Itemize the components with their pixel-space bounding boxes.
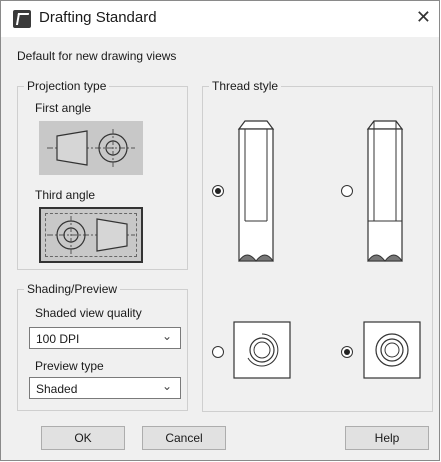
dialog-title: Drafting Standard <box>39 9 157 26</box>
thread-end-view-1 <box>233 321 291 379</box>
thread-style-legend: Thread style <box>212 79 279 93</box>
shaded-view-quality-value: 100 DPI <box>36 332 80 346</box>
shaded-view-quality-select[interactable]: 100 DPI ⌄ <box>29 327 181 349</box>
preview-type-select[interactable]: Shaded ⌄ <box>29 377 181 399</box>
thread-side-option-2-radio[interactable] <box>341 185 353 197</box>
third-angle-option[interactable] <box>39 207 143 263</box>
preview-type-label: Preview type <box>35 359 104 373</box>
first-angle-option[interactable] <box>39 121 143 175</box>
title-bar: Drafting Standard ✕ <box>1 1 439 37</box>
thread-end-option-1-radio[interactable] <box>212 346 224 358</box>
help-button[interactable]: Help <box>345 426 429 450</box>
chevron-down-icon: ⌄ <box>161 329 172 343</box>
ok-button[interactable]: OK <box>41 426 125 450</box>
thread-end-view-2 <box>363 321 421 379</box>
preview-type-value: Shaded <box>36 382 78 396</box>
first-angle-label: First angle <box>35 101 92 115</box>
thread-side-view-2 <box>366 120 404 262</box>
dialog-subtitle: Default for new drawing views <box>17 49 177 63</box>
chevron-down-icon: ⌄ <box>161 379 172 393</box>
close-icon[interactable]: ✕ <box>416 7 431 28</box>
app-icon <box>13 10 31 28</box>
third-angle-symbol <box>47 216 135 254</box>
third-angle-label: Third angle <box>35 188 96 202</box>
thread-side-option-1-radio[interactable] <box>212 185 224 197</box>
shaded-view-quality-label: Shaded view quality <box>35 306 142 320</box>
thread-side-view-1 <box>237 120 275 262</box>
first-angle-symbol <box>47 129 135 167</box>
thread-end-option-2-radio[interactable] <box>341 346 353 358</box>
projection-type-legend: Projection type <box>27 79 107 93</box>
shading-preview-legend: Shading/Preview <box>27 282 118 296</box>
drafting-standard-dialog: Drafting Standard ✕ Default for new draw… <box>0 0 440 461</box>
cancel-button[interactable]: Cancel <box>142 426 226 450</box>
